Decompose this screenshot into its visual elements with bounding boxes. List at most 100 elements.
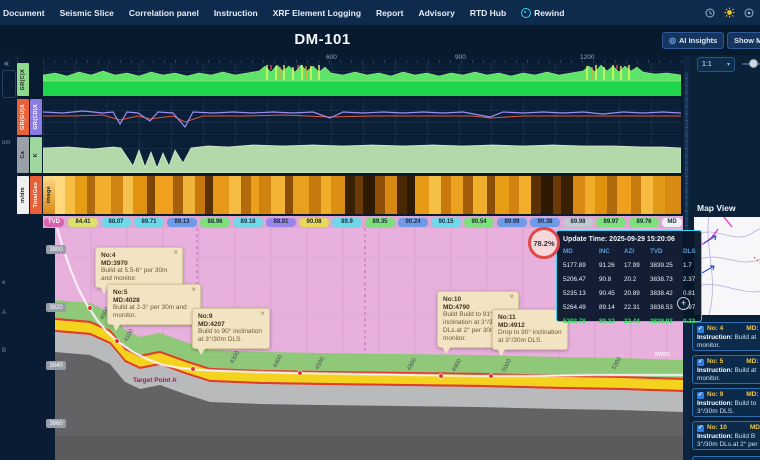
ai-insights-button[interactable]: ◎ AI Insights bbox=[662, 32, 724, 49]
rewind-icon bbox=[521, 8, 531, 18]
vertical-scrollbar[interactable] bbox=[685, 72, 688, 254]
rail-handle[interactable] bbox=[2, 70, 16, 98]
theme-sun-icon[interactable] bbox=[724, 7, 735, 18]
survey-row: 5206.4790.820.23838.732.37 bbox=[563, 274, 695, 285]
checkbox-checked[interactable]: ✓ bbox=[697, 326, 704, 333]
close-icon[interactable]: × bbox=[191, 286, 196, 294]
map-canvas bbox=[694, 217, 760, 315]
tvd-axis-pill: TVD bbox=[44, 218, 64, 227]
md-pill: 89.76 bbox=[629, 218, 659, 227]
md-pill: 88.07 bbox=[101, 218, 131, 227]
track-label-k[interactable]: K bbox=[30, 137, 42, 173]
chevron-down-icon: ▾ bbox=[727, 61, 730, 68]
close-icon[interactable]: × bbox=[173, 249, 178, 257]
instruction-card-5[interactable]: ✓No: 5MD: 402 Instruction: Build at moni… bbox=[692, 355, 760, 384]
track-label-gr[interactable]: GR(C)X bbox=[17, 63, 29, 96]
gr-track-plot bbox=[43, 63, 681, 96]
left-collapse-rail: « om e A B bbox=[0, 55, 18, 460]
md-pill: 88.81 bbox=[266, 218, 296, 227]
menu-seismic-slice[interactable]: Seismic Slice bbox=[60, 8, 114, 18]
checkbox-checked[interactable]: ✓ bbox=[697, 392, 704, 399]
settings-icon[interactable] bbox=[744, 8, 754, 18]
image-track-plot: image bbox=[43, 176, 681, 214]
md-pill: 90.08 bbox=[299, 218, 329, 227]
well-title: DM-101 bbox=[0, 31, 645, 48]
md-pill: 90.24 bbox=[398, 218, 428, 227]
instruction-callout-4[interactable]: No:4MD:3970 × Build at 5.5-6° per 30m an… bbox=[95, 247, 183, 288]
zoom-in-button[interactable]: + bbox=[677, 297, 690, 310]
tvd-depth-tag: 3840 bbox=[46, 361, 66, 370]
menu-report[interactable]: Report bbox=[376, 8, 403, 18]
top-menubar: Document Seismic Slice Correlation panel… bbox=[0, 0, 760, 25]
tvd-depth-tag: 3820 bbox=[46, 303, 66, 312]
survey-row: 5177.8991.2617.993839.251.7 bbox=[563, 260, 695, 271]
instruction-callout-5[interactable]: No:5MD:4028 × Build at 2-3° per 30m and … bbox=[107, 284, 201, 325]
md-pill: 88.96 bbox=[200, 218, 230, 227]
menu-rtd-hub[interactable]: RTD Hub bbox=[470, 8, 506, 18]
rail-label-fragment: e bbox=[2, 280, 5, 286]
collapse-panel-button[interactable]: « bbox=[4, 58, 9, 68]
rail-label-fragment: B bbox=[2, 348, 6, 354]
tvd-depth-tag: 3800 bbox=[46, 245, 66, 254]
ai-insights-icon: ◎ bbox=[669, 36, 676, 45]
tvd-depth-tag: 3860 bbox=[46, 419, 66, 428]
md-pill: 90.15 bbox=[431, 218, 461, 227]
ruler-tick-label: 1200 bbox=[580, 54, 594, 61]
clock-icon[interactable] bbox=[705, 8, 715, 18]
image-log bbox=[43, 176, 681, 214]
title-bar: DM-101 ◎ AI Insights Show Mode bbox=[0, 25, 760, 55]
md-pill: 89.97 bbox=[596, 218, 626, 227]
md-pill: 84.41 bbox=[68, 218, 98, 227]
close-icon[interactable]: × bbox=[509, 293, 514, 301]
correlation-track-plot bbox=[43, 99, 681, 135]
element-track-plot bbox=[43, 137, 681, 173]
survey-row-latest: 5293.7889.3222.443838.920.23 bbox=[563, 316, 695, 327]
confidence-badge: 78.2% bbox=[528, 227, 560, 259]
md-pill: 90.54 bbox=[464, 218, 494, 227]
menu-correlation-panel[interactable]: Correlation panel bbox=[129, 8, 199, 18]
gr-curve bbox=[43, 63, 681, 96]
instruction-card-10[interactable]: ✓No: 10MD: 47 Instruction: Build B 3°/30… bbox=[692, 421, 760, 450]
element-curve bbox=[43, 137, 681, 173]
checkbox-checked[interactable]: ✓ bbox=[697, 359, 704, 366]
md-pill: 89.9 bbox=[332, 218, 362, 227]
checkbox-checked[interactable]: ✓ bbox=[697, 425, 704, 432]
ruler-tick-label: 600 bbox=[326, 54, 337, 61]
update-time: 2025-09-29 15:20:06 bbox=[609, 236, 675, 243]
menu-xrf-element-logging[interactable]: XRF Element Logging bbox=[273, 8, 361, 18]
rail-label-fragment: om bbox=[2, 140, 10, 146]
close-icon[interactable]: × bbox=[260, 310, 265, 318]
instruction-callout-9[interactable]: No:9MD:4207 × Build to 90° inclination a… bbox=[192, 308, 270, 349]
md-pill: 89.13 bbox=[167, 218, 197, 227]
track-label-image: image bbox=[43, 176, 55, 214]
menu-advisory[interactable]: Advisory bbox=[418, 8, 454, 18]
mwd-label: MWD bbox=[655, 352, 671, 358]
correlation-curves bbox=[43, 99, 681, 135]
track-label-totalgas[interactable]: TotalGas bbox=[30, 176, 42, 214]
survey-row: 5264.4989.1422.313838.531.97 bbox=[563, 302, 695, 313]
instruction-card-4[interactable]: ✓No: 4MD: 397 Instruction: Build at moni… bbox=[692, 322, 760, 351]
rail-label-fragment: A bbox=[2, 310, 6, 316]
track-label-gr-cdx[interactable]: GR(CD)X bbox=[30, 99, 42, 135]
map-view[interactable] bbox=[694, 217, 760, 315]
track-label-ca[interactable]: Ca bbox=[17, 137, 29, 173]
track-label-mdm[interactable]: m/dm bbox=[17, 176, 29, 214]
show-mode-button[interactable]: Show Mode bbox=[727, 32, 760, 49]
survey-row: 5235.1390.4520.893838.420.81 bbox=[563, 288, 695, 299]
menu-rewind[interactable]: Rewind bbox=[521, 8, 564, 18]
horizontal-ruler: 600 900 1200 bbox=[43, 55, 683, 63]
track-label-gr-gux[interactable]: GR(GU)X bbox=[17, 99, 29, 135]
menu-instruction[interactable]: Instruction bbox=[214, 8, 258, 18]
instruction-card-9[interactable]: ✓No: 9MD: 420 Instruction: Build to 3°/3… bbox=[692, 388, 760, 417]
scale-select[interactable]: 1:1 ▾ bbox=[697, 57, 735, 72]
ruler-tick-label: 900 bbox=[455, 54, 466, 61]
md-pill: 89.99 bbox=[497, 218, 527, 227]
md-pill: 90.38 bbox=[530, 218, 560, 227]
menu-document[interactable]: Document bbox=[3, 8, 45, 18]
scale-slider-handle[interactable] bbox=[749, 59, 758, 68]
md-axis-pill: MD bbox=[662, 218, 682, 227]
app-window: Document Seismic Slice Correlation panel… bbox=[0, 0, 760, 460]
md-pill: 89.18 bbox=[233, 218, 263, 227]
target-point-label: Target Point A bbox=[133, 377, 177, 384]
instruction-card-partial[interactable] bbox=[692, 456, 760, 460]
